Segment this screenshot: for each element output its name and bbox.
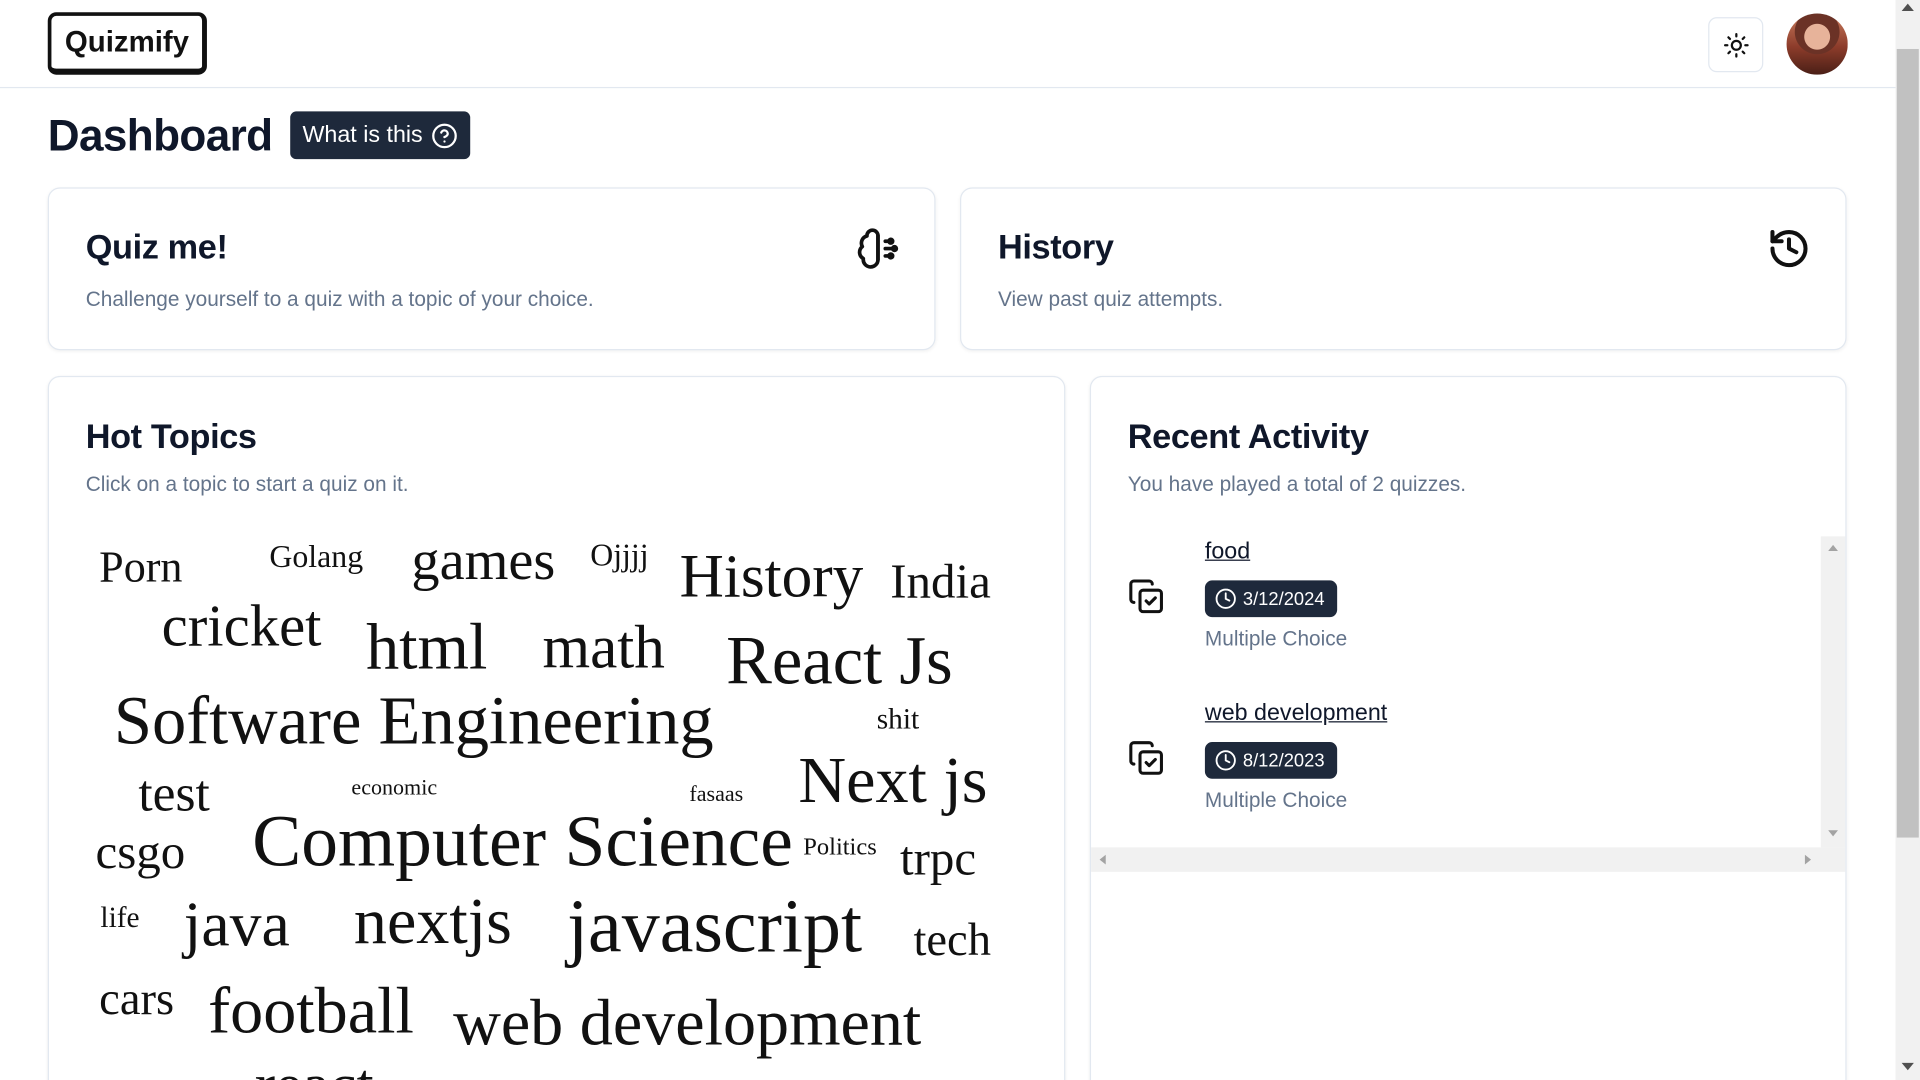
- what-is-this-label: What is this: [302, 121, 423, 148]
- topic-word[interactable]: trpc: [900, 833, 976, 883]
- topic-word[interactable]: Next js: [798, 747, 987, 813]
- topic-word[interactable]: Computer Science: [252, 804, 793, 877]
- history-description: View past quiz attempts.: [997, 287, 1224, 312]
- clock-icon: [1215, 750, 1236, 771]
- history-title: History: [997, 227, 1114, 266]
- topic-word[interactable]: India: [890, 557, 991, 606]
- topic-word[interactable]: games: [411, 532, 555, 589]
- copy-check-icon: [1129, 741, 1163, 775]
- history-icon: [1770, 230, 1808, 268]
- date-badge: 8/12/2023: [1204, 742, 1337, 779]
- list-item: food 3/12/2024 Multiple Choice: [1128, 539, 1814, 686]
- quiz-type-label: Multiple Choice: [1204, 626, 1348, 651]
- topic-word[interactable]: football: [208, 977, 414, 1043]
- topic-word[interactable]: cars: [99, 976, 174, 1023]
- brain-circuit-icon: [857, 228, 899, 269]
- topic-word[interactable]: math: [542, 616, 664, 677]
- topic-word[interactable]: java: [184, 893, 290, 958]
- quiz-me-title: Quiz me!: [85, 227, 228, 266]
- recent-activity-title: Recent Activity: [1127, 417, 1369, 456]
- quiz-me-card[interactable]: Quiz me! Challenge yourself to a quiz wi…: [47, 187, 936, 351]
- page-scrollbar[interactable]: [1895, 0, 1920, 1080]
- topic-word[interactable]: web development: [453, 989, 921, 1055]
- topic-word[interactable]: cricket: [162, 597, 322, 657]
- activity-list[interactable]: food 3/12/2024 Multiple Choice web devel…: [1091, 534, 1845, 872]
- hot-topics-title: Hot Topics: [85, 417, 257, 456]
- activity-vertical-scrollbar[interactable]: [1820, 536, 1846, 848]
- topic-word[interactable]: Software Engineering: [114, 687, 714, 756]
- scroll-up-arrow-icon[interactable]: [1828, 544, 1838, 552]
- topic-word[interactable]: nextjs: [354, 888, 512, 954]
- scroll-left-arrow-icon[interactable]: [1099, 854, 1106, 865]
- question-circle-icon: [432, 122, 458, 148]
- copy-check-icon: [1129, 579, 1163, 614]
- activity-topic-link[interactable]: web development: [1205, 700, 1387, 727]
- what-is-this-button[interactable]: What is this: [290, 111, 471, 160]
- list-item: web development 8/12/2023 Multiple Choic…: [1128, 700, 1814, 847]
- topic-word[interactable]: test: [138, 769, 209, 820]
- history-card[interactable]: History View past quiz attempts.: [960, 187, 1847, 351]
- date-badge: 3/12/2024: [1204, 580, 1337, 618]
- topic-word[interactable]: Ojjjj: [590, 539, 648, 572]
- activity-horizontal-scrollbar[interactable]: [1091, 847, 1846, 872]
- topic-word[interactable]: History: [680, 545, 864, 606]
- user-avatar[interactable]: [1786, 13, 1848, 75]
- topic-word[interactable]: Politics: [803, 835, 876, 859]
- clock-icon: [1215, 588, 1236, 609]
- recent-activity-card: Recent Activity You have played a total …: [1089, 375, 1847, 1080]
- activity-topic-link[interactable]: food: [1205, 539, 1250, 566]
- top-navbar: Quizmify: [0, 0, 1896, 89]
- page-title: Dashboard: [47, 110, 273, 161]
- topic-word[interactable]: react: [255, 1054, 374, 1080]
- topic-word[interactable]: javascript: [567, 889, 862, 965]
- app-logo[interactable]: Quizmify: [47, 12, 208, 75]
- topic-word[interactable]: tech: [913, 917, 991, 964]
- topic-word[interactable]: React Js: [726, 627, 953, 696]
- scrollbar-thumb[interactable]: [1896, 48, 1919, 838]
- date-label: 3/12/2024: [1242, 588, 1325, 610]
- topic-word[interactable]: Golang: [269, 541, 363, 573]
- topic-word[interactable]: html: [366, 613, 487, 679]
- topic-word[interactable]: life: [100, 904, 139, 933]
- topic-word[interactable]: shit: [877, 705, 919, 734]
- quiz-me-description: Challenge yourself to a quiz with a topi…: [85, 287, 594, 312]
- date-label: 8/12/2023: [1242, 750, 1325, 771]
- theme-toggle-button[interactable]: [1708, 17, 1764, 73]
- quiz-type-label: Multiple Choice: [1204, 788, 1348, 812]
- scroll-up-arrow-icon[interactable]: [1901, 3, 1914, 12]
- hot-topics-card: Hot Topics Click on a topic to start a q…: [47, 375, 1066, 1080]
- scroll-down-arrow-icon[interactable]: [1828, 830, 1838, 837]
- topic-word[interactable]: csgo: [96, 827, 186, 877]
- hot-topics-description: Click on a topic to start a quiz on it.: [85, 472, 409, 496]
- topic-word[interactable]: economic: [351, 776, 437, 798]
- topic-word[interactable]: Porn: [99, 545, 182, 589]
- scroll-right-arrow-icon[interactable]: [1804, 854, 1812, 865]
- scroll-down-arrow-icon[interactable]: [1901, 1062, 1914, 1071]
- recent-activity-description: You have played a total of 2 quizzes.: [1127, 472, 1467, 496]
- sun-icon: [1723, 32, 1749, 58]
